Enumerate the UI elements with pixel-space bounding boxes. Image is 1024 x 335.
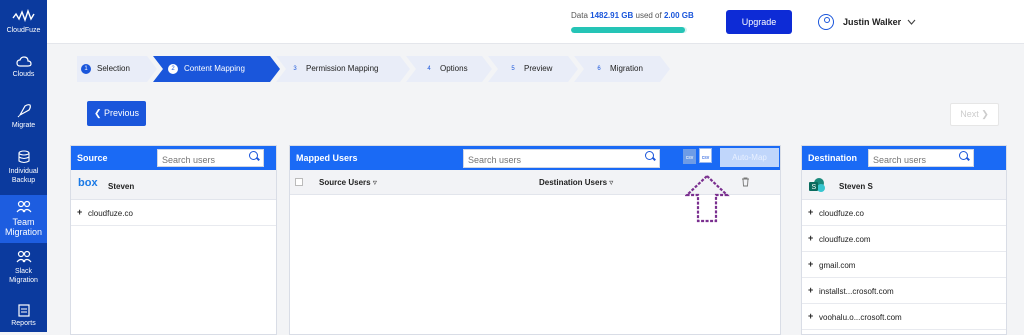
database-icon — [17, 150, 30, 164]
sidebar-item-migrate[interactable]: Migrate — [0, 103, 47, 129]
sidebar-item-individual-backup[interactable]: Individual Backup — [0, 150, 47, 185]
expand-plus-icon[interactable]: + — [77, 207, 82, 217]
box-logo-icon: box — [78, 177, 98, 189]
team-icon — [16, 200, 31, 213]
sidebar-item-label: Slack Migration — [9, 268, 38, 284]
source-account-name: Steven — [108, 182, 135, 191]
chevron-left-icon: ❮ — [93, 108, 105, 118]
brand-logo[interactable]: CloudFuze — [0, 8, 47, 34]
source-search-input[interactable] — [157, 149, 264, 167]
destination-search-input[interactable] — [868, 149, 974, 167]
expand-plus-icon[interactable]: + — [808, 207, 813, 217]
sidebar-item-label: Individual Backup — [8, 168, 39, 184]
cloudfuze-logo-icon — [11, 8, 35, 23]
step-options[interactable]: 4 Options — [406, 56, 492, 82]
list-item[interactable]: + cloudfuze.com — [802, 227, 1006, 252]
expand-plus-icon[interactable]: + — [808, 259, 813, 269]
user-avatar-icon[interactable] — [818, 14, 834, 30]
quota-total: 2.00 GB — [663, 11, 694, 20]
user-name: Justin Walker — [843, 17, 902, 27]
csv-download-icon[interactable]: csv — [683, 149, 696, 164]
source-account-row[interactable]: box Steven — [71, 170, 276, 200]
storage-quota-bar — [571, 27, 687, 33]
mapped-users-title: Mapped Users — [296, 153, 358, 163]
brand-name: CloudFuze — [6, 27, 41, 34]
migration-stepper: 1 Selection 2 Content Mapping 3 Permission … — [77, 56, 677, 82]
chevron-down-icon — [907, 19, 916, 25]
user-menu[interactable]: Justin Walker — [843, 17, 916, 27]
expand-plus-icon[interactable]: + — [808, 285, 813, 295]
filter-icon[interactable]: ▿ — [607, 178, 613, 187]
sharepoint-logo-icon: S — [809, 178, 825, 192]
destination-panel: Destination S Steven S +cloudfuze.co +cl… — [801, 145, 1007, 335]
upgrade-button[interactable]: Upgrade — [726, 10, 792, 34]
source-panel: Source box Steven +cloudfuze.co — [70, 145, 277, 335]
list-item[interactable]: + gmail.com — [802, 253, 1006, 278]
destination-users-column[interactable]: Destination Users ▿ — [539, 178, 613, 187]
csv-upload-icon[interactable]: csv — [699, 148, 712, 163]
next-button[interactable]: Next ❯ — [950, 103, 999, 126]
sidebar-item-label: Clouds — [12, 71, 35, 78]
step-preview[interactable]: 5 Preview — [488, 56, 578, 82]
quota-used: 1482.91 GB — [590, 11, 634, 20]
destination-account-row[interactable]: S Steven S — [802, 170, 1006, 200]
list-item[interactable]: + cloudfuze.co — [802, 201, 1006, 226]
sidebar-item-team-migration[interactable]: Team Migration — [0, 195, 47, 243]
sidebar-item-label: Migrate — [11, 122, 36, 129]
destination-title: Destination — [808, 153, 858, 163]
annotation-arrow-icon — [685, 174, 730, 223]
select-all-checkbox[interactable] — [295, 178, 303, 186]
previous-button[interactable]: ❮ Previous — [87, 101, 146, 126]
storage-quota-text: Data 1482.91 GB used of 2.00 GB — [571, 11, 694, 20]
list-item[interactable]: + voohalu.o...crosoft.com — [802, 305, 1006, 330]
destination-account-name: Steven S — [839, 182, 873, 191]
step-permission-mapping[interactable]: 3 Permission Mapping — [276, 56, 410, 82]
step-selection[interactable]: 1 Selection — [77, 56, 157, 82]
svg-text:S: S — [812, 184, 817, 191]
sidebar-item-label: Team Migration — [4, 217, 42, 237]
source-title: Source — [77, 153, 108, 163]
auto-map-button[interactable]: Auto-Map — [720, 148, 779, 167]
list-item[interactable]: + installst...crosoft.com — [802, 279, 1006, 304]
search-icon[interactable] — [645, 151, 654, 160]
rocket-icon — [17, 104, 31, 118]
step-migration[interactable]: 6 Migration — [574, 56, 670, 82]
reports-icon — [17, 304, 30, 317]
step-content-mapping[interactable]: 2 Content Mapping — [153, 56, 280, 82]
storage-quota-fill — [571, 27, 685, 33]
filter-icon[interactable]: ▿ — [371, 178, 377, 187]
cloud-icon — [15, 56, 32, 67]
search-icon[interactable] — [959, 151, 968, 160]
mapped-search-input[interactable] — [463, 149, 660, 168]
source-users-column[interactable]: Source Users ▿ — [319, 178, 377, 187]
sidebar-item-label: Reports — [11, 320, 36, 327]
chevron-right-icon: ❯ — [978, 109, 989, 119]
expand-plus-icon[interactable]: + — [808, 311, 813, 321]
sidebar: CloudFuze Clouds Migrate Individual Back… — [0, 0, 47, 332]
trash-icon[interactable] — [741, 177, 750, 187]
expand-plus-icon[interactable]: + — [808, 233, 813, 243]
search-icon[interactable] — [249, 151, 258, 160]
slack-team-icon — [16, 250, 31, 263]
sidebar-item-reports[interactable]: Reports — [0, 303, 47, 327]
list-item[interactable]: + cloudfuze.co — [71, 201, 276, 226]
sidebar-item-slack-migration[interactable]: Slack Migration — [0, 250, 47, 285]
sidebar-item-clouds[interactable]: Clouds — [0, 56, 47, 78]
